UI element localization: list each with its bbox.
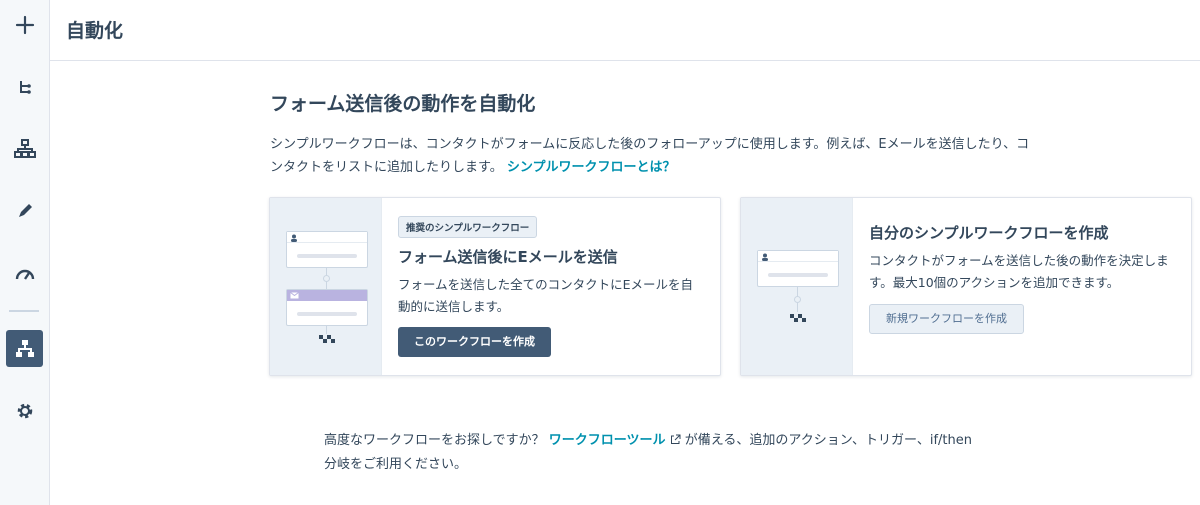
create-this-workflow-button[interactable]: このワークフローを作成: [398, 327, 551, 357]
illustration-email-box: [286, 289, 368, 326]
settings-nav-button[interactable]: [6, 392, 43, 429]
tree-nav-button[interactable]: [6, 68, 43, 105]
design-nav-button[interactable]: [6, 192, 43, 229]
advanced-workflow-note: 高度なワークフローをお探しですか？ ワークフローツール が備える、追加のアクショ…: [324, 429, 974, 477]
plus-icon: [15, 15, 34, 34]
external-link-icon: [670, 434, 681, 444]
rail-divider: [9, 310, 39, 312]
workflow-tool-link[interactable]: ワークフローツール: [549, 433, 666, 448]
finish-flag-icon: [790, 314, 806, 322]
contact-icon: [762, 253, 768, 261]
gauge-icon: [15, 269, 34, 280]
new-workflow-button[interactable]: 新規ワークフローを作成: [869, 304, 1024, 334]
workflow-icon: [15, 339, 34, 357]
main-content: フォーム送信後の動作を自動化 シンプルワークフローは、コンタクトがフォームに反応…: [50, 61, 1200, 505]
recommended-workflow-card: 推奨のシンプルワークフロー フォーム送信後にEメールを送信 フォームを送信した全…: [269, 197, 721, 376]
contact-icon: [291, 234, 297, 242]
card-description: フォームを送信した全てのコンタクトにEメールを自動的に送信します。: [398, 277, 694, 314]
gear-icon: [17, 403, 32, 418]
what-is-simple-workflow-link[interactable]: シンプルワークフローとは？: [507, 160, 676, 175]
illustration-trigger-box: [757, 250, 839, 287]
reports-nav-button[interactable]: [6, 254, 43, 291]
hierarchy-nav-button[interactable]: [6, 130, 43, 167]
card-title: 自分のシンプルワークフローを作成: [869, 224, 1109, 242]
section-title: フォーム送信後の動作を自動化: [270, 93, 536, 115]
finish-flag-icon: [319, 335, 335, 343]
add-button[interactable]: [6, 6, 43, 43]
illustration-trigger-box: [286, 231, 368, 268]
footer-prefix: 高度なワークフローをお探しですか？: [324, 433, 545, 448]
workflow-illustration: [270, 198, 382, 375]
hierarchy-icon: [13, 138, 36, 158]
email-icon: [290, 292, 299, 299]
left-nav-rail: [0, 0, 50, 505]
workflow-illustration: [741, 198, 853, 375]
custom-workflow-card: 自分のシンプルワークフローを作成 コンタクトがフォームを送信した後の動作を決定し…: [740, 197, 1192, 376]
card-title: フォーム送信後にEメールを送信: [398, 248, 618, 266]
card-description: コンタクトがフォームを送信した後の動作を決定します。最大10個のアクションを追加…: [869, 253, 1169, 290]
page-header: 自動化: [50, 0, 1200, 61]
intro-paragraph: シンプルワークフローは、コンタクトがフォームに反応した後のフォローアップに使用し…: [270, 133, 1030, 179]
tree-icon: [19, 80, 31, 94]
automation-nav-button[interactable]: [6, 330, 43, 367]
recommended-badge: 推奨のシンプルワークフロー: [398, 216, 538, 238]
page-title: 自動化: [66, 20, 124, 42]
pen-icon: [18, 203, 32, 217]
